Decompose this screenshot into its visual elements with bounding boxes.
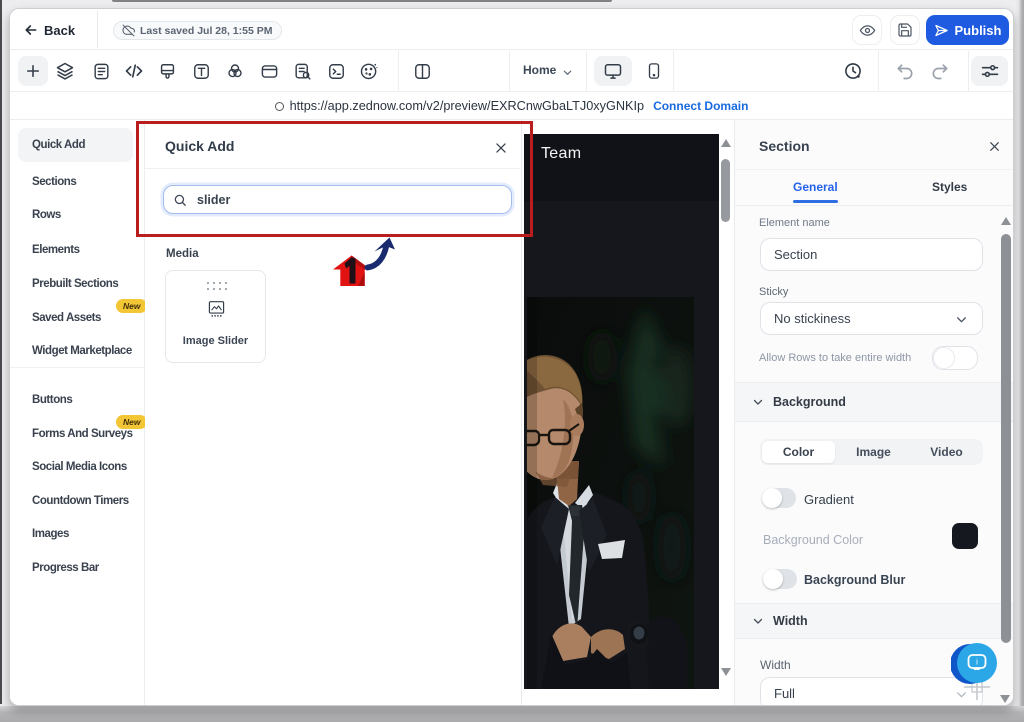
- svg-text:i: i: [976, 658, 978, 667]
